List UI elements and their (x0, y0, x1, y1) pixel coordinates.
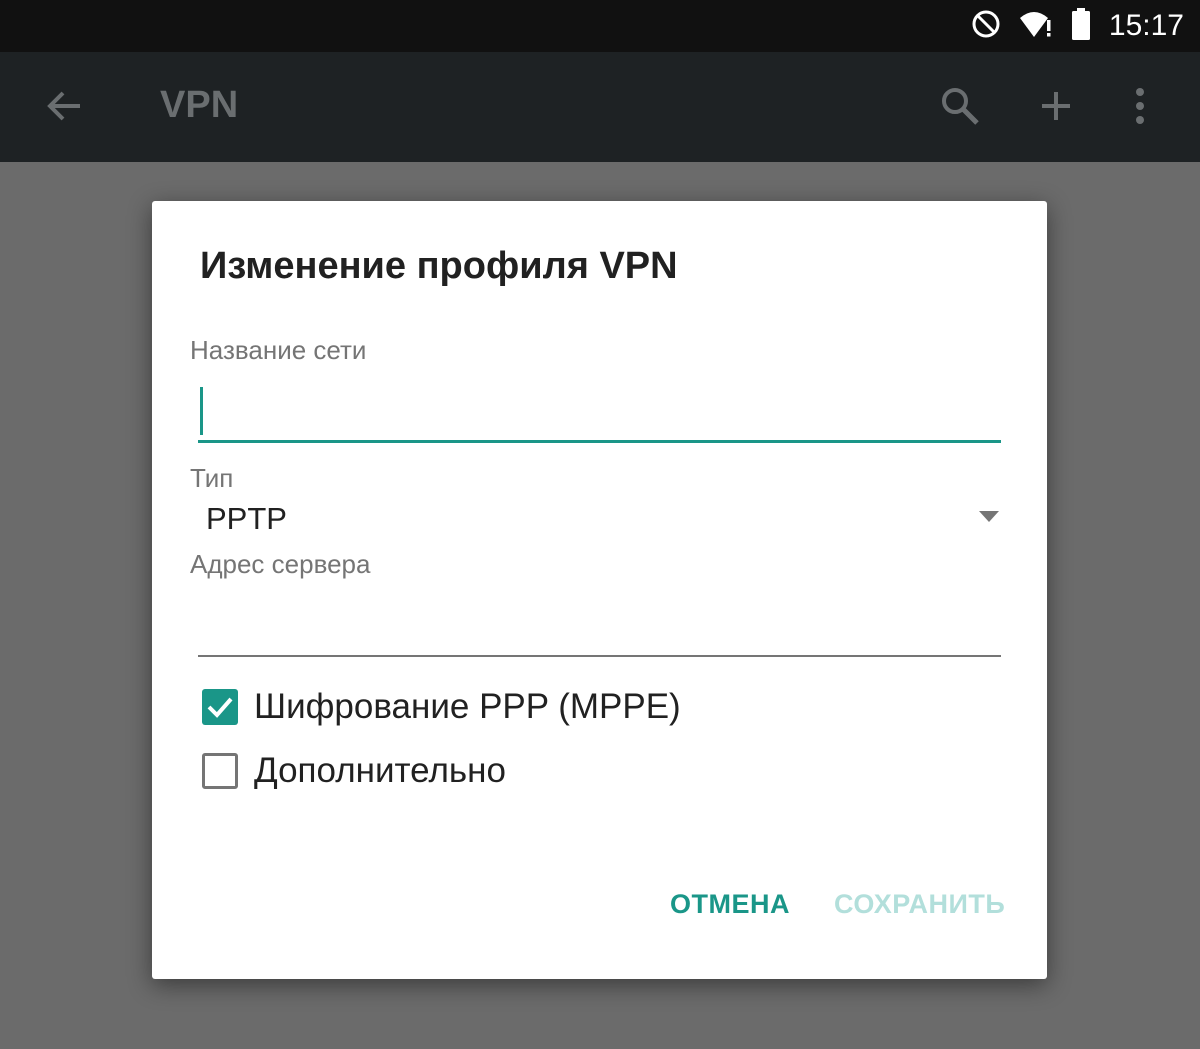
app-bar-title: VPN (160, 84, 239, 126)
do-not-disturb-icon (971, 9, 1001, 44)
network-name-label: Название сети (190, 335, 367, 365)
wifi-alert-icon (1019, 10, 1053, 43)
checkbox-advanced[interactable]: Дополнительно (202, 749, 506, 793)
add-icon[interactable] (1034, 84, 1078, 128)
checkbox-checked-icon[interactable] (202, 689, 238, 725)
app-bar: VPN (0, 52, 1200, 162)
cancel-button[interactable]: ОТМЕНА (670, 889, 790, 920)
network-name-input[interactable] (198, 381, 1001, 443)
text-cursor (200, 387, 203, 435)
search-icon[interactable] (938, 84, 982, 128)
checkbox-mppe[interactable]: Шифрование PPP (MPPE) (202, 685, 681, 729)
status-bar: 15:17 (0, 0, 1200, 52)
dropdown-arrow-icon (977, 509, 1001, 525)
checkbox-advanced-label: Дополнительно (254, 751, 506, 790)
checkbox-mppe-label: Шифрование PPP (MPPE) (254, 687, 681, 726)
server-address-input[interactable] (198, 601, 1001, 657)
checkbox-unchecked-icon[interactable] (202, 753, 238, 789)
type-label: Тип (190, 463, 234, 493)
status-icons: 15:17 (971, 0, 1184, 52)
type-selected-value: PPTP (206, 501, 287, 536)
more-vert-icon[interactable] (1118, 84, 1162, 128)
battery-icon (1071, 7, 1091, 45)
status-time: 15:17 (1108, 9, 1184, 42)
dialog-title: Изменение профиля VPN (200, 245, 678, 287)
type-spinner[interactable]: PPTP (198, 497, 1001, 547)
edit-vpn-profile-dialog: Изменение профиля VPN Название сети Тип … (152, 201, 1047, 979)
back-arrow-icon[interactable] (42, 84, 86, 128)
save-button[interactable]: СОХРАНИТЬ (834, 889, 1005, 920)
server-address-label: Адрес сервера (190, 549, 371, 579)
